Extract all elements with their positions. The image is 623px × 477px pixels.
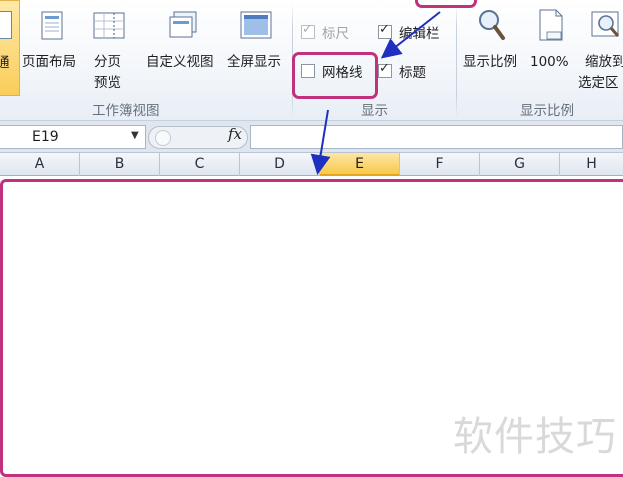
chevron-down-icon[interactable]: ▼ <box>131 130 139 141</box>
zoom-to-selection-label-1: 缩放到 <box>585 54 623 70</box>
top-highlight-box <box>415 0 477 8</box>
custom-views-button[interactable]: 自定义视图 <box>144 2 224 96</box>
column-header-b[interactable]: B <box>80 153 160 176</box>
page-break-preview-label-1: 分页 <box>94 54 121 70</box>
group-separator <box>456 4 457 118</box>
page-layout-button[interactable]: 页面布局 <box>22 2 82 96</box>
column-header-h[interactable]: H <box>560 153 623 176</box>
headings-checkbox[interactable]: 标题 <box>378 61 426 81</box>
gridlines-highlight-box <box>292 52 378 99</box>
name-box[interactable]: E19 <box>0 125 146 149</box>
zoom-button[interactable]: 显示比例 <box>461 2 525 96</box>
column-header-e[interactable]: E <box>320 153 400 176</box>
magnifier-icon <box>479 10 505 40</box>
handle-dot-icon <box>155 130 171 146</box>
workbook-views-group-label: 工作簿视图 <box>92 103 160 119</box>
ruler-checkbox-box[interactable] <box>301 22 315 39</box>
insert-function-button[interactable]: fx <box>228 125 242 143</box>
full-screen-label: 全屏显示 <box>227 54 281 70</box>
zoom-to-selection-icon <box>591 11 620 37</box>
page-break-preview-label-2: 预览 <box>94 75 121 91</box>
ruler-checkbox[interactable]: 标尺 <box>301 22 349 42</box>
full-screen-button[interactable]: 全屏显示 <box>225 2 289 96</box>
page-layout-icon <box>41 11 63 40</box>
zoom-group-label: 显示比例 <box>520 103 574 119</box>
formula-bar: E19 ▼ fx <box>0 121 623 153</box>
custom-views-icon <box>169 11 197 38</box>
formula-input[interactable] <box>250 125 623 149</box>
formula-bar-checkbox-label: 编辑栏 <box>399 26 440 42</box>
zoom-100-icon <box>539 9 563 41</box>
ruler-checkbox-label: 标尺 <box>322 26 349 42</box>
watermark: 软件技巧 <box>453 414 617 460</box>
column-header-d[interactable]: D <box>240 153 320 176</box>
zoom-to-selection-label-2: 选定区 <box>578 75 619 91</box>
normal-view-label: 通 <box>0 55 10 71</box>
full-screen-icon <box>240 11 272 39</box>
zoom-100-label: 100% <box>530 54 569 70</box>
zoom-100-button[interactable]: 100% <box>528 2 574 96</box>
formula-bar-checkbox[interactable]: 编辑栏 <box>378 22 440 42</box>
page-break-preview-icon <box>93 12 125 39</box>
column-header-c[interactable]: C <box>160 153 240 176</box>
normal-view-button[interactable]: 通 <box>0 0 20 96</box>
show-group-label: 显示 <box>361 103 388 119</box>
column-header-f[interactable]: F <box>400 153 480 176</box>
headings-checkbox-label: 标题 <box>399 65 426 81</box>
column-header-g[interactable]: G <box>480 153 560 176</box>
column-header-row: A B C D E F G H <box>0 153 623 176</box>
page-break-preview-button[interactable]: 分页 预览 <box>88 2 132 96</box>
headings-checkbox-box[interactable] <box>378 61 392 78</box>
normal-view-icon <box>0 11 12 39</box>
custom-views-label: 自定义视图 <box>146 54 214 70</box>
formula-bar-checkbox-box[interactable] <box>378 22 392 39</box>
zoom-label: 显示比例 <box>463 54 517 70</box>
page-layout-label: 页面布局 <box>22 54 76 70</box>
column-header-a[interactable]: A <box>0 153 80 176</box>
zoom-to-selection-button[interactable]: 缩放到 选定区 <box>578 2 623 96</box>
